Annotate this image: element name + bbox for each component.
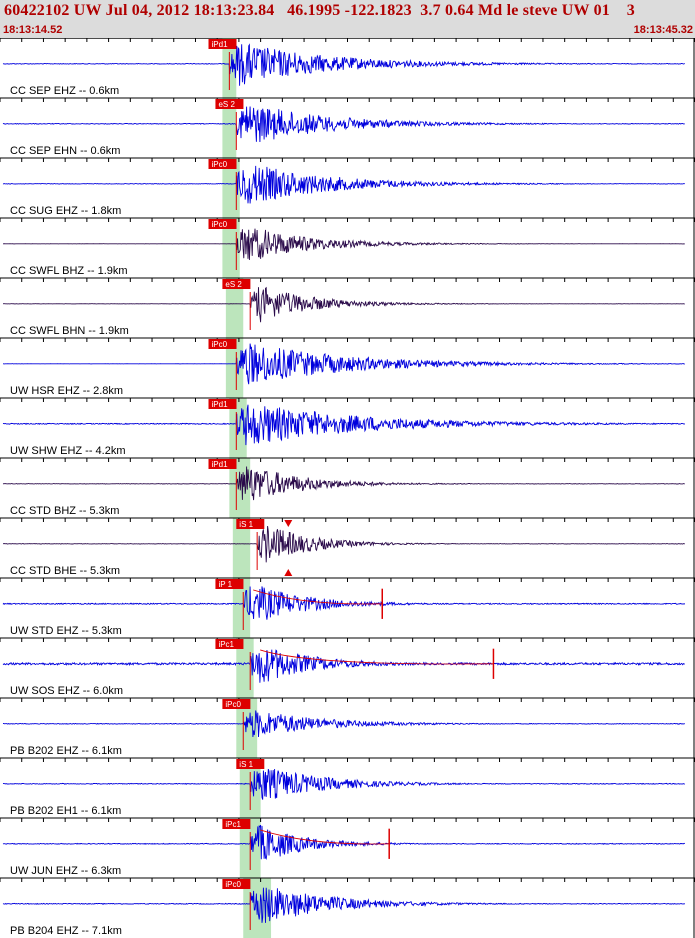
pick-label: iS 1 xyxy=(239,760,253,769)
pick-label: iPd1 xyxy=(212,400,229,409)
channel-label: UW STD EHZ -- 5.3km xyxy=(10,625,122,637)
pick-label: iPd1 xyxy=(212,460,229,469)
waveform-trace[interactable] xyxy=(2,887,686,923)
pick-label: iPc0 xyxy=(225,880,241,889)
waveform-trace[interactable] xyxy=(2,768,685,800)
channel-label: PB B202 EHZ -- 6.1km xyxy=(10,745,122,757)
channel-label: UW SHW EHZ -- 4.2km xyxy=(10,445,126,457)
waveform-trace[interactable] xyxy=(2,586,686,620)
waveform-trace[interactable] xyxy=(2,165,685,204)
channel-label: CC STD BHE -- 5.3km xyxy=(10,565,120,577)
pick-label: iPc1 xyxy=(225,820,241,829)
channel-label: UW JUN EHZ -- 6.3km xyxy=(10,865,121,877)
channel-label: UW SOS EHZ -- 6.0km xyxy=(10,685,123,697)
pick-label: iPc0 xyxy=(225,700,241,709)
start-time: 18:13:14.52 xyxy=(3,24,63,36)
pick-label: eS 2 xyxy=(225,280,242,289)
waveform-trace[interactable] xyxy=(2,649,685,683)
pick-label: eS 2 xyxy=(218,100,235,109)
waveform-trace[interactable] xyxy=(2,43,685,86)
channel-label: CC STD BHZ -- 5.3km xyxy=(10,505,119,517)
pick-label: iP 1 xyxy=(218,580,232,589)
amplitude-curve xyxy=(253,589,383,605)
waveform-trace[interactable] xyxy=(2,286,685,323)
channel-label: CC SEP EHZ -- 0.6km xyxy=(10,85,119,97)
waveform-trace[interactable] xyxy=(2,106,685,143)
s-pick-marker-top xyxy=(284,520,293,527)
pick-label: iPc0 xyxy=(212,340,228,349)
waveform-trace[interactable] xyxy=(2,710,686,738)
waveform-trace[interactable] xyxy=(3,525,685,563)
pick-label: iPd1 xyxy=(212,40,229,49)
event-title: 60422102 UW Jul 04, 2012 18:13:23.84 46.… xyxy=(4,2,635,19)
pick-label: iPc1 xyxy=(218,640,234,649)
channel-label: CC SUG EHZ -- 1.8km xyxy=(10,205,121,217)
pick-label: iS 1 xyxy=(239,520,253,529)
channel-label: PB B204 EHZ -- 7.1km xyxy=(10,925,122,937)
waveform-trace[interactable] xyxy=(2,466,685,501)
channel-label: CC SWFL BHZ -- 1.9km xyxy=(10,265,128,277)
s-pick-marker-bottom xyxy=(284,569,293,576)
waveform-trace[interactable] xyxy=(2,404,686,446)
header-bar: 60422102 UW Jul 04, 2012 18:13:23.84 46.… xyxy=(0,0,695,39)
channel-label: PB B202 EH1 -- 6.1km xyxy=(10,805,121,817)
waveform-trace[interactable] xyxy=(2,824,685,860)
pick-label: iPc0 xyxy=(212,160,228,169)
end-time: 18:13:45.32 xyxy=(633,24,693,36)
channel-label: CC SEP EHN -- 0.6km xyxy=(10,145,120,157)
channel-label: UW HSR EHZ -- 2.8km xyxy=(10,385,123,397)
waveform-trace[interactable] xyxy=(3,343,685,385)
waveform-trace[interactable] xyxy=(3,228,685,261)
pick-label: iPc0 xyxy=(212,220,228,229)
seismogram-panel[interactable]: iPd1 CC SEP EHZ -- 0.6km eS 2 CC SEP EHN --… xyxy=(0,38,695,938)
channel-label: CC SWFL BHN -- 1.9km xyxy=(10,325,129,337)
